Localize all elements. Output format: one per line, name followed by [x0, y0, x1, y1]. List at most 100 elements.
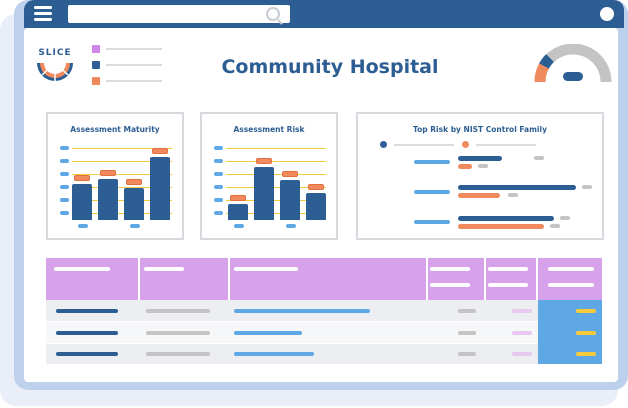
column-header[interactable]: [234, 267, 298, 271]
nist-risk-panel[interactable]: Top Risk by NIST Control Family: [356, 112, 604, 240]
risk-value: [508, 193, 518, 197]
risk-bar-orange: [458, 164, 472, 169]
column-header[interactable]: [548, 283, 594, 287]
axis-tick: [60, 159, 69, 163]
chart-bar[interactable]: [228, 204, 248, 220]
column-header[interactable]: [548, 267, 594, 271]
cell-value: [576, 309, 596, 313]
legend-item: [92, 44, 172, 54]
search-icon[interactable]: [266, 7, 280, 21]
bar-value-label: [308, 184, 324, 190]
row-label: [414, 160, 450, 164]
assessment-maturity-panel[interactable]: Assessment Maturity: [46, 112, 184, 240]
gridline: [226, 161, 326, 162]
legend-placeholder-line: [106, 80, 162, 82]
risk-value: [478, 164, 488, 168]
bar-value-label: [230, 195, 246, 201]
cell-value: [576, 352, 596, 356]
chart-bar[interactable]: [254, 167, 274, 220]
risk-bar-navy: [458, 216, 554, 221]
column-header[interactable]: [488, 283, 528, 287]
bar-value-label: [256, 158, 272, 164]
page-title: Community Hospital: [221, 56, 439, 78]
column-header[interactable]: [430, 283, 470, 287]
chart-bar[interactable]: [280, 180, 300, 220]
axis-tick: [60, 146, 69, 150]
data-table: [46, 258, 602, 364]
risk-value: [582, 185, 592, 189]
filter-line: [394, 144, 454, 146]
column-header[interactable]: [488, 267, 528, 271]
column-header[interactable]: [54, 267, 110, 271]
chart-bar[interactable]: [124, 188, 144, 220]
axis-tick: [214, 159, 223, 163]
logo-mark-icon: [37, 62, 73, 81]
legend-placeholder-line: [106, 48, 162, 50]
menu-icon[interactable]: [34, 6, 56, 22]
legend-swatch: [92, 61, 100, 69]
table-header: [46, 258, 602, 300]
filter-dot[interactable]: [462, 141, 469, 148]
cell-value: [146, 331, 210, 335]
axis-tick: [214, 172, 223, 176]
risk-value: [550, 224, 560, 228]
cell-value: [234, 309, 370, 313]
row-label: [414, 190, 450, 194]
bar-value-label: [282, 171, 298, 177]
chart-bar[interactable]: [72, 184, 92, 220]
cell-value: [458, 352, 476, 356]
cell-value: [458, 331, 476, 335]
panel-title: Top Risk by NIST Control Family: [413, 125, 547, 134]
profile-icon[interactable]: [600, 7, 614, 21]
cell-value: [458, 309, 476, 313]
risk-bar-navy: [458, 156, 502, 161]
risk-bar-orange: [458, 193, 500, 198]
gridline: [226, 148, 326, 149]
cell-value: [512, 331, 532, 335]
cell-value: [512, 352, 532, 356]
x-tick: [286, 224, 296, 228]
assessment-risk-panel[interactable]: Assessment Risk: [200, 112, 338, 240]
filter-dot[interactable]: [380, 141, 387, 148]
cell-value: [146, 309, 210, 313]
logo: SLICE: [30, 48, 80, 86]
chart-bar[interactable]: [306, 193, 326, 220]
legend-swatch: [92, 77, 100, 85]
bar-value-label: [74, 175, 90, 181]
risk-bar-navy: [458, 185, 576, 190]
risk-value: [534, 156, 544, 160]
chart-bar[interactable]: [150, 157, 170, 220]
axis-tick: [60, 211, 69, 215]
panel-title: Assessment Maturity: [70, 125, 160, 134]
cell-value: [234, 352, 314, 356]
axis-tick: [214, 185, 223, 189]
cell-value: [56, 352, 118, 356]
bar-value-label: [126, 179, 142, 185]
legend-item: [92, 76, 172, 86]
axis-tick: [214, 146, 223, 150]
row-label: [414, 220, 450, 224]
cell-value: [576, 331, 596, 335]
axis-tick: [60, 172, 69, 176]
column-header[interactable]: [430, 267, 470, 271]
panel-title: Assessment Risk: [233, 125, 305, 134]
legend-placeholder-line: [106, 64, 162, 66]
bar-value-label: [100, 170, 116, 176]
gauge: [534, 43, 612, 86]
top-bar: [24, 0, 624, 28]
search-input[interactable]: [68, 5, 290, 23]
gridline: [226, 174, 326, 175]
cell-value: [146, 352, 210, 356]
axis-tick: [60, 198, 69, 202]
column-header[interactable]: [144, 267, 184, 271]
x-tick: [78, 224, 88, 228]
axis-tick: [60, 185, 69, 189]
cell-value: [234, 331, 302, 335]
axis-tick: [214, 211, 223, 215]
cell-value: [512, 309, 532, 313]
risk-value: [560, 216, 570, 220]
gauge-icon: [534, 43, 612, 83]
chart-bar[interactable]: [98, 179, 118, 220]
axis-tick: [214, 198, 223, 202]
cell-value: [56, 309, 118, 313]
